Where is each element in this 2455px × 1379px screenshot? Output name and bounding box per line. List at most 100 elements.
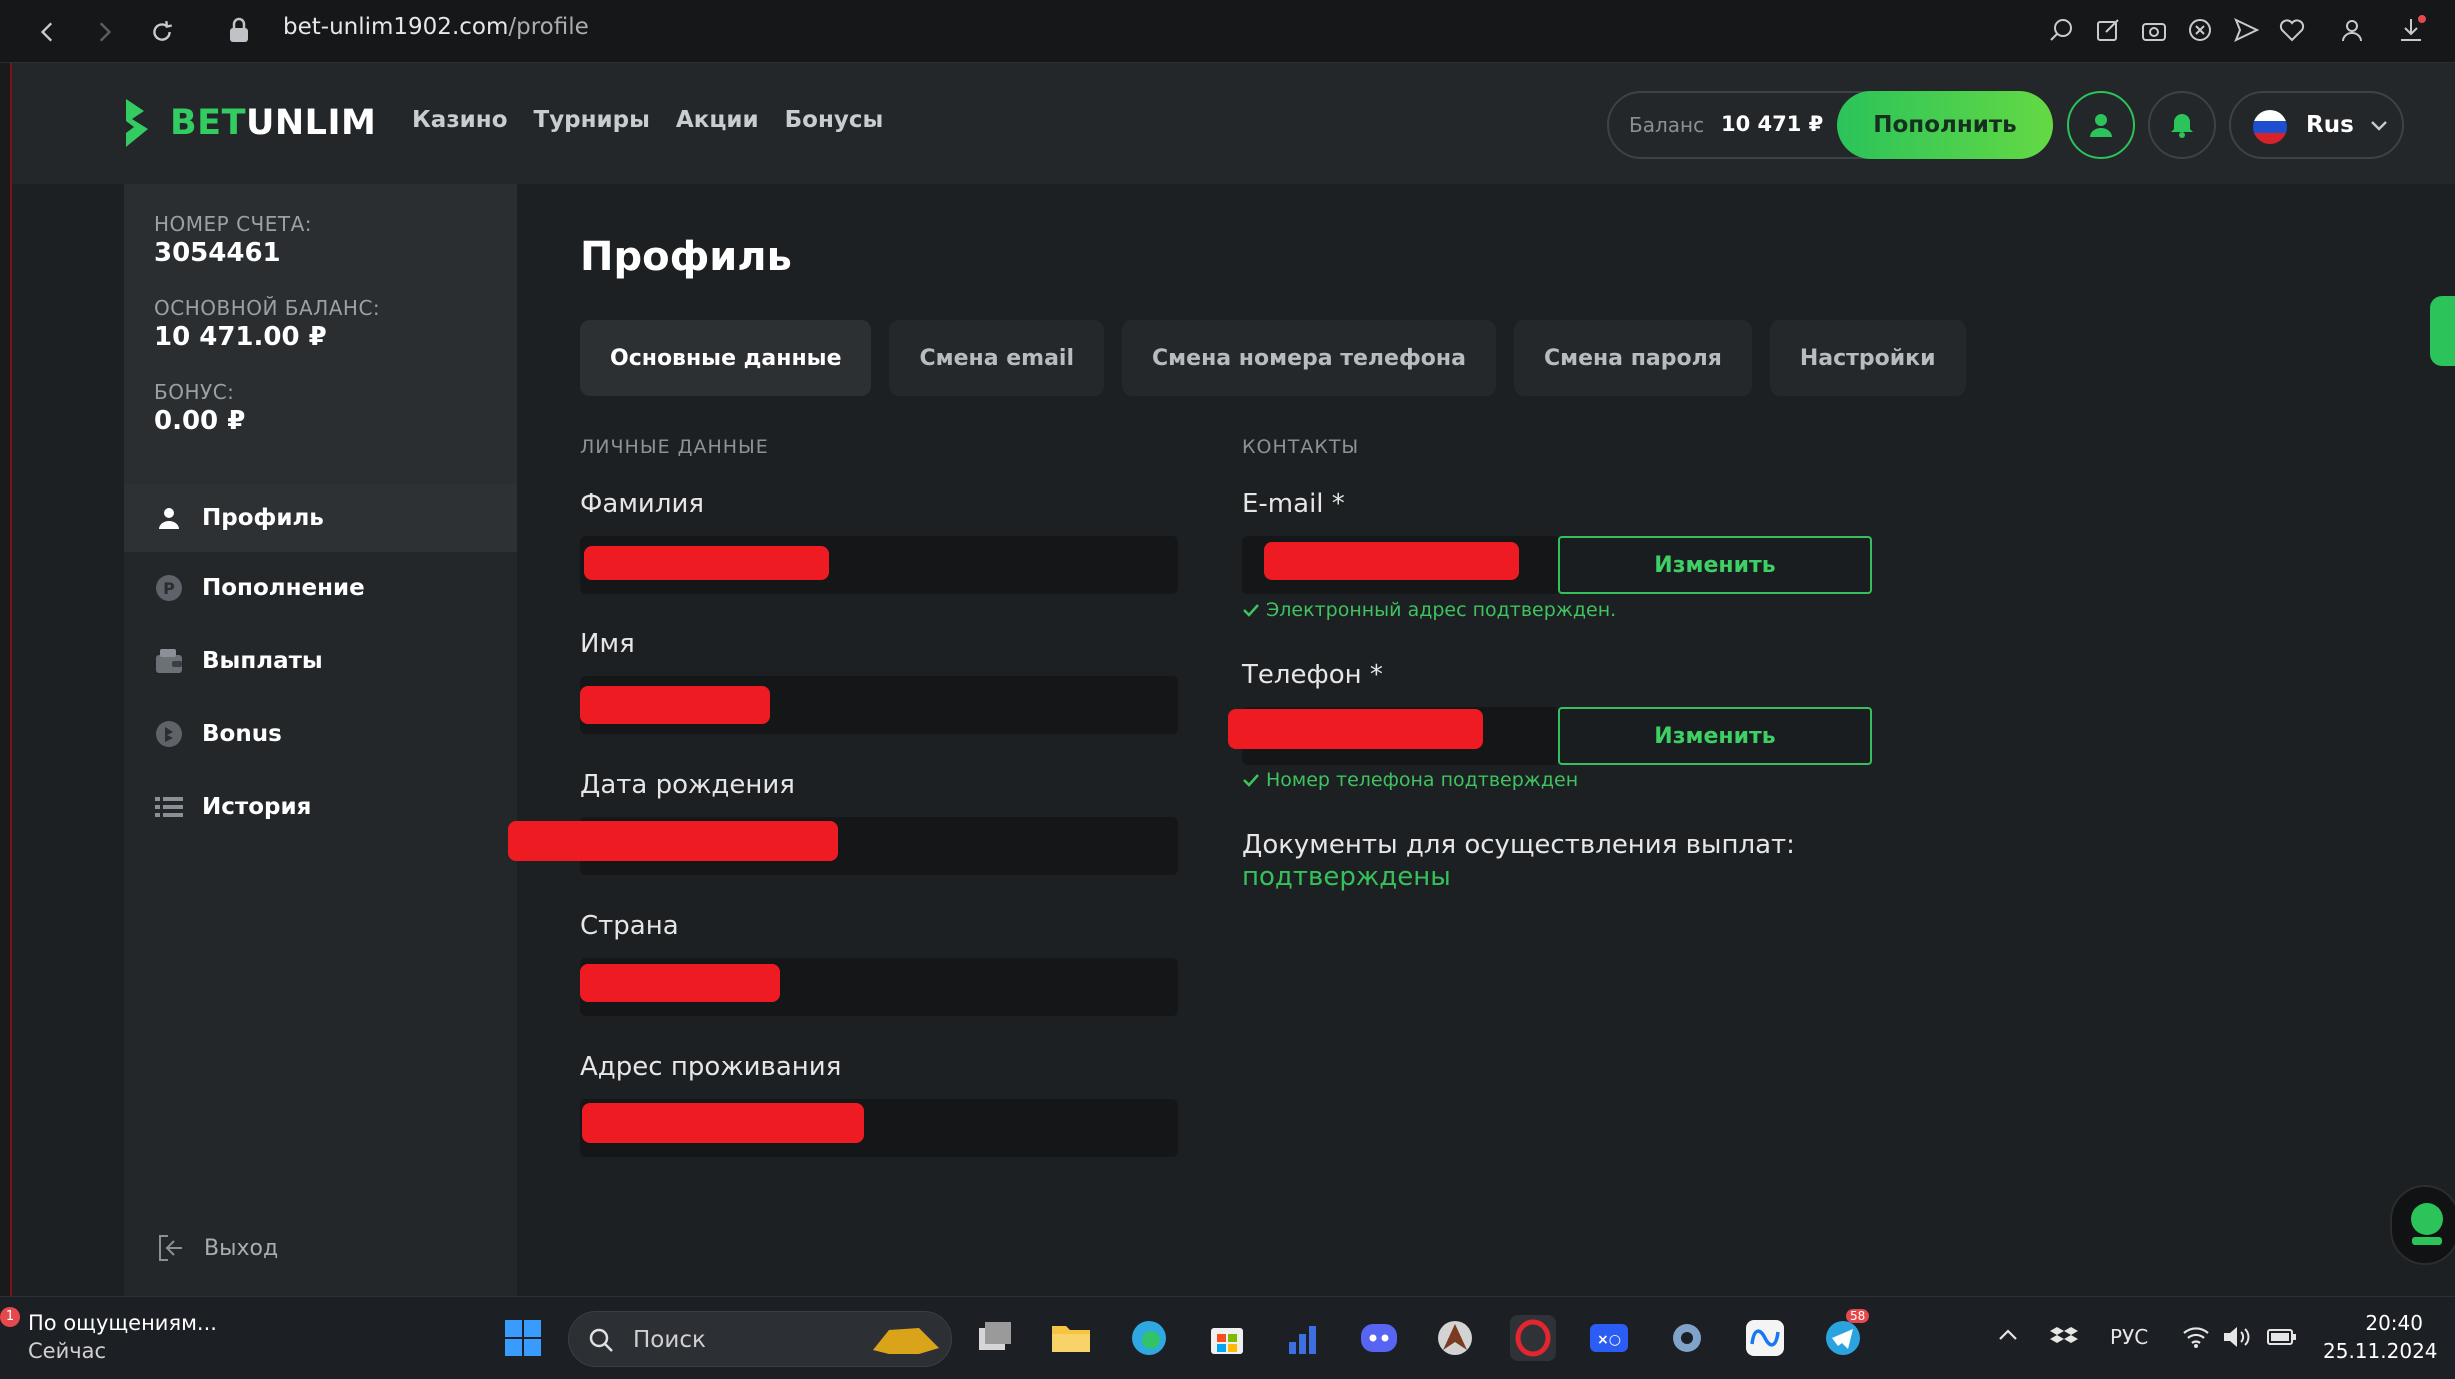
- battery-icon[interactable]: [2266, 1325, 2298, 1354]
- address-field[interactable]: [580, 1099, 1178, 1157]
- account-summary: НОМЕР СЧЕТА: 3054461 ОСНОВНОЙ БАЛАНС: 10…: [124, 184, 517, 484]
- nav-tournaments[interactable]: Турниры: [534, 107, 650, 133]
- language-select[interactable]: Rus: [2229, 91, 2404, 159]
- file-explorer-icon[interactable]: [1048, 1315, 1094, 1361]
- tab-change-phone[interactable]: Смена номера телефона: [1122, 320, 1496, 396]
- email-status-text: Электронный адрес подтвержден.: [1266, 599, 1617, 621]
- bonus-value: 0.00 ₽: [154, 406, 246, 436]
- reload-icon[interactable]: [142, 12, 182, 52]
- bonus-coin-icon: [154, 719, 184, 749]
- input-language[interactable]: РУС: [2110, 1325, 2148, 1349]
- name-field[interactable]: [580, 676, 1178, 734]
- wifi-icon[interactable]: [2182, 1325, 2210, 1354]
- windows-start-icon[interactable]: [500, 1315, 546, 1361]
- send-icon[interactable]: [2230, 14, 2262, 46]
- documents-status-link[interactable]: подтверждены: [1242, 862, 1795, 892]
- discord-icon[interactable]: [1356, 1315, 1402, 1361]
- nav-promotions[interactable]: Акции: [676, 107, 759, 133]
- nav-bonuses[interactable]: Бонусы: [785, 107, 884, 133]
- microsoft-store-icon[interactable]: [1204, 1315, 1250, 1361]
- birth-date-field[interactable]: [508, 817, 1178, 875]
- dropbox-icon[interactable]: [2050, 1325, 2078, 1354]
- taskbar-notification[interactable]: По ощущениям... Сейчас: [28, 1309, 217, 1365]
- email-label: E-mail *: [1242, 489, 1345, 519]
- heart-icon[interactable]: [2276, 14, 2308, 46]
- redaction-mark: [1228, 709, 1483, 749]
- account-icon[interactable]: [2336, 14, 2368, 46]
- browser-toolbar: bet-unlim1902.com/profile: [0, 0, 2455, 63]
- camera-icon[interactable]: [2138, 14, 2170, 46]
- email-verified-status: Электронный адрес подтвержден.: [1242, 599, 1616, 621]
- top-nav: Казино Турниры Акции Бонусы: [412, 107, 883, 133]
- gamepad-app-icon[interactable]: ×○: [1586, 1315, 1632, 1361]
- task-view-icon[interactable]: [972, 1315, 1018, 1361]
- change-email-button[interactable]: Изменить: [1558, 536, 1872, 594]
- notifications-button[interactable]: [2148, 91, 2216, 159]
- search-highlight-icon: [873, 1328, 939, 1354]
- search-placeholder: Поиск: [633, 1327, 706, 1353]
- sidebar-item-label: Пополнение: [202, 575, 365, 601]
- search-icon: [589, 1328, 613, 1352]
- address-label: Адрес проживания: [580, 1052, 842, 1082]
- sidebar-item-withdrawals[interactable]: Выплаты: [124, 627, 517, 695]
- svg-text:P: P: [163, 579, 175, 598]
- tab-settings[interactable]: Настройки: [1769, 320, 1966, 396]
- settings-gear-icon[interactable]: [1664, 1315, 1710, 1361]
- betunlim-logo[interactable]: BETUNLIM: [122, 97, 376, 149]
- phone-status-text: Номер телефона подтвержден: [1266, 769, 1579, 791]
- telegram-icon[interactable]: 58: [1820, 1309, 1870, 1361]
- checkmark-icon: [1243, 774, 1259, 787]
- notification-count-badge: 1: [0, 1307, 20, 1327]
- clock-date: 25.11.2024: [2323, 1339, 2438, 1363]
- download-icon[interactable]: [2395, 14, 2427, 46]
- stats-app-icon[interactable]: [1282, 1315, 1328, 1361]
- meta-app-icon[interactable]: [1742, 1315, 1788, 1361]
- windows-taskbar: 1 По ощущениям... Сейчас Поиск ×○ 58 РУС…: [0, 1296, 2455, 1379]
- edge-browser-icon[interactable]: [1126, 1315, 1172, 1361]
- url-host: bet-unlim1902.com: [283, 14, 509, 40]
- tray-expand-icon[interactable]: [1996, 1325, 2020, 1350]
- logout-icon: [159, 1235, 182, 1261]
- tab-change-password[interactable]: Смена пароля: [1513, 320, 1752, 396]
- volume-icon[interactable]: [2222, 1325, 2252, 1354]
- close-circle-icon[interactable]: [2184, 14, 2216, 46]
- country-field[interactable]: [580, 958, 1178, 1016]
- sidebar-item-history[interactable]: История: [124, 773, 517, 841]
- tab-change-email[interactable]: Смена email: [889, 320, 1105, 396]
- sidebar-item-label: История: [202, 794, 312, 820]
- personal-section-title: ЛИЧНЫЕ ДАННЫЕ: [580, 436, 769, 458]
- address-bar[interactable]: bet-unlim1902.com/profile: [283, 14, 589, 40]
- game-launcher-icon[interactable]: [1432, 1315, 1478, 1361]
- tab-basic-data[interactable]: Основные данные: [580, 320, 872, 396]
- sidebar-item-profile[interactable]: Профиль: [124, 484, 517, 552]
- taskbar-clock[interactable]: 20:40 25.11.2024: [2323, 1309, 2438, 1365]
- sidebar-item-label: Профиль: [202, 505, 324, 531]
- forward-icon[interactable]: [84, 12, 124, 52]
- notification-title: По ощущениям...: [28, 1311, 217, 1335]
- redaction-mark: [580, 964, 780, 1002]
- profile-main: Профиль Основные данные Смена email Смен…: [508, 184, 2455, 1296]
- documents-label: Документы для осуществления выплат:: [1242, 830, 1795, 860]
- opera-browser-icon[interactable]: [1510, 1315, 1556, 1361]
- sidebar-item-label: Bonus: [202, 721, 282, 747]
- surname-field[interactable]: [580, 536, 1178, 594]
- logout-button[interactable]: Выход: [154, 1232, 278, 1264]
- list-icon: [154, 792, 184, 822]
- support-chat-avatar[interactable]: [2390, 1185, 2455, 1265]
- topup-button[interactable]: Пополнить: [1837, 91, 2053, 159]
- profile-button[interactable]: [2067, 91, 2135, 159]
- zoom-search-icon[interactable]: [2046, 14, 2078, 46]
- country-label: Страна: [580, 911, 679, 941]
- checkmark-icon: [1243, 604, 1259, 617]
- nav-casino[interactable]: Казино: [412, 107, 508, 133]
- back-icon[interactable]: [28, 12, 68, 52]
- sidebar-item-bonus[interactable]: Bonus: [124, 700, 517, 768]
- site-header: BETUNLIM Казино Турниры Акции Бонусы Бал…: [12, 63, 2455, 184]
- change-phone-button[interactable]: Изменить: [1558, 707, 1872, 765]
- taskbar-search[interactable]: Поиск: [568, 1311, 952, 1367]
- side-widget-tab[interactable]: [2430, 296, 2455, 366]
- sidebar-item-deposit[interactable]: P Пополнение: [124, 554, 517, 622]
- language-label: Rus: [2306, 112, 2354, 138]
- logo-text: BETUNLIM: [170, 103, 377, 143]
- edit-icon[interactable]: [2092, 14, 2124, 46]
